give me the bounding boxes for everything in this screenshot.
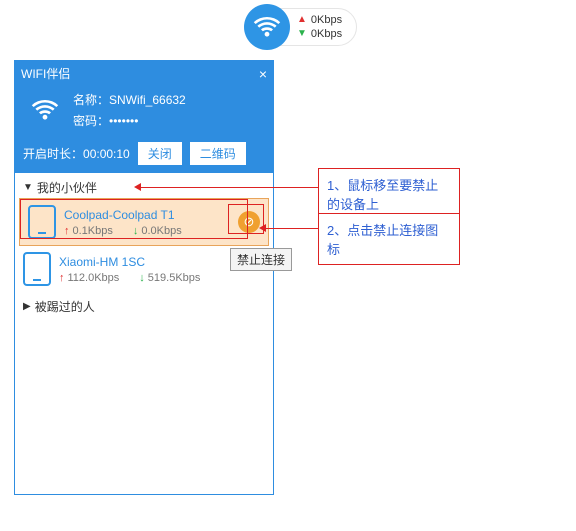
- device-down: 519.5Kbps: [148, 272, 201, 284]
- arrow-up-icon: ▲: [297, 13, 307, 27]
- wifi-icon: [244, 4, 290, 50]
- phone-icon: [28, 205, 56, 239]
- timer-value: 00:00:10: [83, 147, 130, 161]
- arrow-down-icon: ↓: [139, 272, 145, 284]
- device-row-selected[interactable]: Coolpad-Coolpad T1 ↑0.1Kbps ↓0.0Kbps ⊘: [19, 198, 269, 246]
- annotation-arrow: [140, 187, 318, 188]
- down-speed: 0Kbps: [311, 27, 342, 41]
- close-icon[interactable]: ×: [259, 67, 267, 81]
- triangle-down-icon: ▼: [23, 182, 33, 193]
- up-speed: 0Kbps: [311, 13, 342, 27]
- panel-header: WIFI伴侣 × 名称：SNWifi_66632 密码：••••••• 开启时长…: [15, 61, 273, 173]
- name-value: SNWifi_66632: [109, 93, 186, 107]
- pwd-label: 密码：: [73, 114, 109, 128]
- section-label: 被踢过的人: [35, 298, 95, 315]
- close-button[interactable]: 关闭: [138, 142, 182, 165]
- device-down: 0.0Kbps: [141, 225, 181, 237]
- device-up: 0.1Kbps: [73, 225, 113, 237]
- triangle-right-icon: ▶: [23, 301, 31, 312]
- annotation-arrow: [265, 228, 318, 229]
- name-label: 名称：: [73, 93, 109, 107]
- arrow-left-icon: [134, 183, 141, 191]
- callout-step-2: 2、点击禁止连接图标: [318, 213, 460, 265]
- device-up: 112.0Kbps: [68, 272, 120, 284]
- ban-connection-icon[interactable]: ⊘: [238, 211, 260, 233]
- panel-title: WIFI伴侣: [21, 65, 70, 82]
- arrow-up-icon: ↑: [64, 225, 70, 237]
- arrow-up-icon: ↑: [59, 272, 65, 284]
- arrow-down-icon: ▼: [297, 27, 307, 41]
- section-label: 我的小伙伴: [37, 179, 97, 196]
- arrow-down-icon: ↓: [133, 225, 139, 237]
- wifi-companion-panel: WIFI伴侣 × 名称：SNWifi_66632 密码：••••••• 开启时长…: [14, 60, 274, 495]
- timer-label: 开启时长：: [23, 147, 83, 161]
- device-name: Coolpad-Coolpad T1: [64, 208, 238, 222]
- arrow-left-icon: [259, 224, 266, 232]
- ban-tooltip: 禁止连接: [230, 248, 292, 271]
- pwd-value: •••••••: [109, 114, 138, 128]
- section-kicked[interactable]: ▶ 被踢过的人: [15, 292, 273, 317]
- section-partners[interactable]: ▼ 我的小伙伴: [15, 173, 273, 198]
- phone-icon: [23, 252, 51, 286]
- qrcode-button[interactable]: 二维码: [190, 142, 246, 165]
- speed-pill: ▲ 0Kbps ▼ 0Kbps: [244, 4, 357, 50]
- wifi-icon: [25, 90, 65, 130]
